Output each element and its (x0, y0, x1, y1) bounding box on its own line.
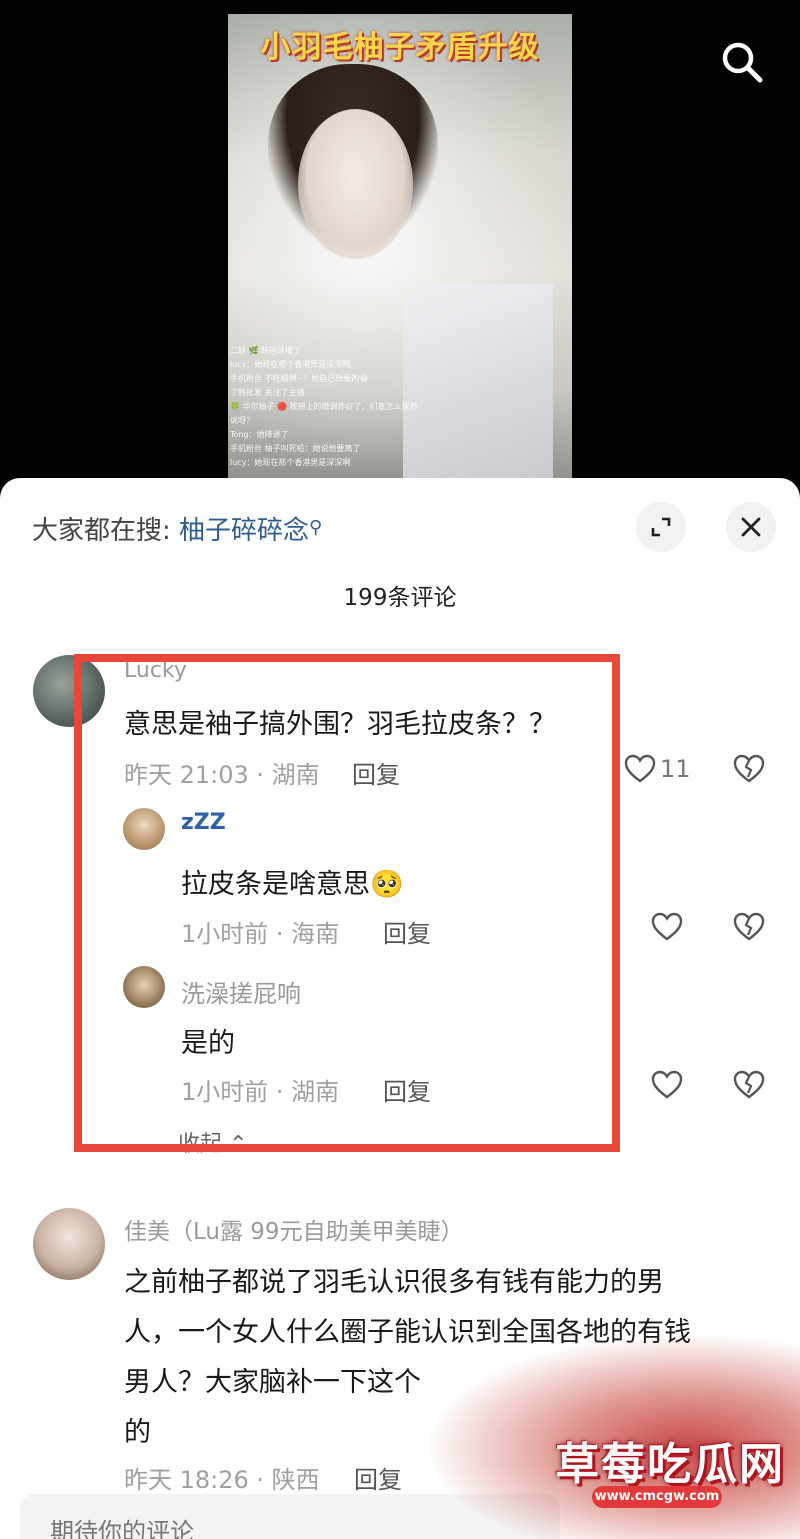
like-count: 11 (660, 755, 691, 783)
reply-meta: 1小时前 · 海南 (181, 920, 340, 948)
video-person-face (298, 109, 413, 259)
watermark-url: www.cmcgw.com (592, 1486, 722, 1508)
comment-text-line: 男人？大家脑补一下这个 (124, 1367, 421, 1398)
comment-text: 意思是袖子搞外围？羽毛拉皮条？？ (124, 709, 556, 740)
reply-username[interactable]: 洗澡搓屁响 (181, 974, 301, 1009)
dislike-button[interactable] (733, 754, 765, 788)
dislike-button[interactable] (733, 1070, 765, 1104)
comment-username[interactable]: Lucky (124, 658, 187, 683)
reply-username[interactable]: zZZ (181, 810, 226, 835)
live-chat-line: Tong：她降退了 (230, 430, 289, 439)
reply-meta: 1小时前 · 湖南 (181, 1078, 340, 1106)
trending-search-label: 大家都在搜: (32, 516, 171, 546)
reply-button[interactable]: 回复 (352, 755, 400, 790)
search-icon (722, 42, 763, 83)
broken-heart-icon (733, 754, 765, 783)
search-button[interactable] (718, 38, 766, 86)
comment-count: 199条评论 (343, 585, 457, 611)
video-player[interactable]: 小羽毛柚子矛盾升级 二妖 🌿 韩国录播了 lucy：她现在哪个香港男是深深啊 手… (0, 0, 800, 500)
close-button[interactable] (726, 502, 776, 552)
heart-icon (624, 754, 656, 783)
comment-input-placeholder: 期待你的评论 (50, 1518, 194, 1539)
broken-heart-icon (733, 912, 765, 941)
reply-button[interactable]: 回复 (383, 1072, 431, 1107)
live-chat-overlay: 二妖 🌿 韩国录播了 lucy：她现在哪个香港男是深深啊 手机粉丝 不吃醋啊~！… (230, 344, 450, 470)
collapse-label: 收起 ⌃ (178, 1132, 248, 1157)
dislike-button[interactable] (733, 912, 765, 946)
comment-text-line: 之前柚子都说了羽毛认识很多有钱有能力的男 (124, 1267, 664, 1298)
collapse-divider (130, 1144, 164, 1146)
like-button[interactable] (651, 912, 683, 942)
live-chat-line: lucy：她现在那个香港男是深深啊 (230, 458, 351, 467)
comment-username[interactable]: 佳美（Lu露 99元自助美甲美睫） (124, 1212, 464, 1246)
heart-icon (651, 1070, 683, 1099)
video-frame[interactable]: 小羽毛柚子矛盾升级 二妖 🌿 韩国录播了 lucy：她现在哪个香港男是深深啊 手… (228, 14, 572, 484)
collapse-replies-button[interactable]: 收起 ⌃ (130, 1126, 247, 1158)
live-chat-line: 🍀 华尔柚子 🔴 我想上的微调养好了，们塞怎么保养 (230, 402, 418, 411)
reply-text: 拉皮条是啥意思🥺 (181, 869, 404, 900)
watermark-logo: 草莓吃瓜网 (555, 1439, 785, 1490)
trending-search[interactable]: 大家都在搜: 柚子碎碎念⚲ (32, 510, 322, 547)
close-icon (741, 517, 761, 537)
comment-meta: 昨天 18:26 · 陕西 (124, 1466, 320, 1494)
search-small-icon: ⚲ (309, 517, 323, 538)
like-button[interactable] (651, 1070, 683, 1100)
live-chat-line: 说呀？ (230, 416, 254, 425)
like-button[interactable]: 11 (624, 754, 691, 784)
video-title: 小羽毛柚子矛盾升级 (260, 30, 540, 65)
avatar[interactable] (123, 808, 165, 850)
live-chat-line: lucy：她现在哪个香港男是深深啊 (230, 360, 351, 369)
reply-button[interactable]: 回复 (354, 1460, 402, 1495)
reply-text: 是的 (181, 1028, 235, 1059)
comment-meta: 昨天 21:03 · 湖南 (124, 761, 320, 789)
avatar[interactable] (33, 655, 105, 727)
reply-button[interactable]: 回复 (383, 914, 431, 949)
expand-icon (651, 517, 671, 537)
avatar[interactable] (123, 966, 165, 1008)
live-chat-line: 手机粉丝 不吃醋啊~！她自己想要的😂 (230, 374, 369, 383)
heart-icon (651, 912, 683, 941)
live-chat-line: 手机粉丝 柚子叫死啦：她说他要离了 (230, 444, 361, 453)
live-chat-line: 二妖 🌿 韩国录播了 (230, 346, 302, 355)
trending-search-keyword[interactable]: 柚子碎碎念 (179, 516, 309, 546)
broken-heart-icon (733, 1070, 765, 1099)
expand-button[interactable] (636, 502, 686, 552)
avatar[interactable] (33, 1208, 105, 1280)
comment-text-line: 的 (124, 1417, 151, 1448)
live-chat-line: 了韩批发 关注了主播 (230, 388, 305, 397)
